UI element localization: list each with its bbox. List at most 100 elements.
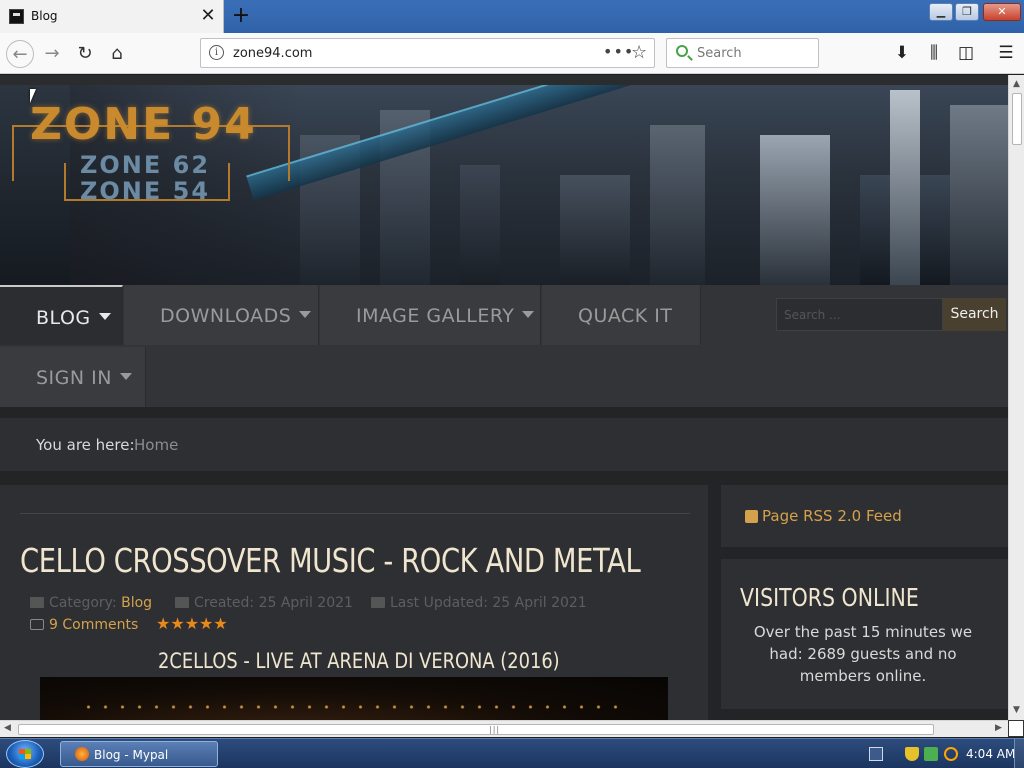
- divider: [20, 513, 690, 514]
- browser-app-icon: [75, 747, 89, 761]
- page-top-strip: [0, 75, 1008, 85]
- menu-item-sign-in[interactable]: SIGN IN: [0, 347, 146, 407]
- category-link[interactable]: Blog: [121, 595, 152, 611]
- forward-icon[interactable]: →: [38, 40, 66, 68]
- site-search-input[interactable]: Search ...: [776, 298, 943, 331]
- main-menu: BLOG DOWNLOADS IMAGE GALLERY QUACK IT SI…: [0, 285, 1008, 407]
- rating-stars[interactable]: ★★★★★: [156, 614, 228, 633]
- logo-subtitle: ZONE 54: [80, 177, 211, 205]
- reload-icon[interactable]: ↻: [71, 40, 99, 68]
- created-date: Created: 25 April 2021: [194, 595, 353, 611]
- browser-tab[interactable]: Blog ✕: [0, 0, 224, 33]
- menu-item-label: DOWNLOADS: [160, 305, 312, 327]
- article-updated: Last Updated: 25 April 2021: [371, 595, 587, 611]
- article-category: Category: Blog: [30, 595, 152, 611]
- home-icon[interactable]: ⌂: [103, 40, 131, 68]
- minimize-window-button[interactable]: ▁: [929, 3, 953, 21]
- sidebar-toggle-icon[interactable]: ◫: [954, 41, 978, 65]
- url-bar[interactable]: i zone94.com ••• ☆: [200, 38, 655, 68]
- new-tab-icon[interactable]: +: [230, 3, 252, 29]
- caret-down-icon: [522, 311, 535, 318]
- logo-subtitle: ZONE 62: [80, 151, 211, 179]
- clock[interactable]: 4:04 AM: [966, 747, 1015, 761]
- menu-item-image-gallery[interactable]: IMAGE GALLERY: [320, 285, 541, 345]
- scroll-left-icon[interactable]: ◀: [4, 723, 11, 733]
- site-logo[interactable]: ZONE 94: [30, 99, 257, 150]
- rss-panel: Page RSS 2.0 Feed: [721, 485, 1008, 547]
- banner-building: [950, 105, 1008, 285]
- menu-item-label: SIGN IN: [36, 367, 132, 389]
- site-info-icon[interactable]: i: [209, 45, 224, 60]
- comment-icon: [30, 619, 44, 630]
- grip-icon: |||: [489, 725, 501, 734]
- close-window-button[interactable]: ✕: [983, 3, 1021, 21]
- hamburger-menu-icon[interactable]: ☰: [994, 41, 1018, 65]
- keyboard-icon[interactable]: [869, 747, 883, 761]
- site-search-button[interactable]: Search: [943, 298, 1006, 331]
- vertical-scrollbar[interactable]: ▲ ▼: [1008, 75, 1024, 720]
- article-created: Created: 25 April 2021: [175, 595, 353, 611]
- browser-tab-bar: Blog ✕ + ▁ ❐ ✕: [0, 0, 1024, 33]
- menu-item-label: BLOG: [36, 307, 111, 329]
- banner-building: [460, 165, 500, 285]
- library-icon[interactable]: ⫼: [922, 41, 946, 65]
- caret-down-icon: [299, 311, 312, 318]
- minimize-icon: ▁: [936, 5, 946, 18]
- folder-icon: [30, 597, 44, 608]
- visitors-online-panel: VISITORS ONLINE Over the past 15 minutes…: [721, 559, 1008, 709]
- scroll-right-icon[interactable]: ▶: [995, 723, 1002, 733]
- menu-item-label: IMAGE GALLERY: [356, 305, 535, 327]
- calendar-icon: [175, 597, 189, 608]
- taskbar-app-button[interactable]: Blog - Mypal: [60, 741, 218, 767]
- security-shield-icon[interactable]: [905, 747, 919, 761]
- article-title[interactable]: CELLO CROSSOVER MUSIC - ROCK AND METAL: [20, 541, 641, 580]
- visitors-title: VISITORS ONLINE: [740, 583, 919, 612]
- maximize-icon: ❐: [962, 5, 972, 18]
- site-search-placeholder: Search ...: [784, 308, 841, 322]
- comments-link[interactable]: 9 Comments: [30, 617, 138, 633]
- article-panel: CELLO CROSSOVER MUSIC - ROCK AND METAL C…: [0, 485, 708, 720]
- mouse-cursor: [30, 89, 36, 103]
- menu-item-blog[interactable]: BLOG: [0, 285, 123, 345]
- url-text[interactable]: zone94.com: [233, 46, 312, 61]
- breadcrumb-home-link[interactable]: Home: [134, 436, 178, 454]
- network-icon[interactable]: [924, 747, 938, 761]
- screen: Blog ✕ + ▁ ❐ ✕ ← → ↻ ⌂ i zone94.com ••• …: [0, 0, 1024, 768]
- menu-item-downloads[interactable]: DOWNLOADS: [124, 285, 319, 345]
- horizontal-scrollbar[interactable]: ◀ ||| ▶: [0, 720, 1008, 737]
- downloads-icon[interactable]: ⬇: [890, 41, 914, 65]
- browser-toolbar: ← → ↻ ⌂ i zone94.com ••• ☆ Search ⬇ ⫼ ◫ …: [0, 33, 1024, 74]
- close-tab-icon[interactable]: ✕: [198, 5, 218, 27]
- scrollbar-thumb[interactable]: [1012, 93, 1022, 145]
- caret-down-icon: [119, 373, 132, 380]
- rss-feed-link[interactable]: Page RSS 2.0 Feed: [762, 507, 902, 525]
- taskbar: Blog - Mypal 4:04 AM: [0, 738, 1024, 768]
- browser-search-input[interactable]: Search: [666, 38, 819, 68]
- page-actions-icon[interactable]: •••: [603, 42, 634, 61]
- maximize-window-button[interactable]: ❐: [955, 3, 979, 21]
- updated-date: Last Updated: 25 April 2021: [390, 595, 587, 611]
- visitors-text: Over the past 15 minutes we had: 2689 gu…: [753, 623, 973, 685]
- banner-building: [890, 90, 920, 285]
- back-icon[interactable]: ←: [6, 40, 34, 68]
- menu-item-quack-it[interactable]: QUACK IT: [542, 285, 701, 345]
- caret-down-icon: [98, 313, 111, 320]
- show-desktop-button[interactable]: [1014, 739, 1024, 768]
- search-tray-icon[interactable]: [944, 747, 958, 761]
- search-icon: [676, 45, 688, 57]
- site-favicon-icon: [9, 9, 24, 24]
- breadcrumb-label: You are here:: [36, 436, 135, 454]
- bookmark-star-icon[interactable]: ☆: [631, 42, 647, 63]
- search-placeholder: Search: [697, 46, 742, 61]
- scrollbar-thumb[interactable]: |||: [18, 724, 934, 735]
- close-window-icon: ✕: [997, 5, 1007, 18]
- scroll-down-icon[interactable]: ▼: [1013, 705, 1020, 715]
- scroll-up-icon[interactable]: ▲: [1013, 79, 1020, 89]
- breadcrumb: You are here: Home: [0, 418, 1008, 471]
- site-banner: ZONE 94 ZONE 62 ZONE 54: [0, 85, 1008, 285]
- video-thumbnail[interactable]: [40, 677, 668, 720]
- banner-building: [760, 135, 830, 285]
- start-button[interactable]: [6, 740, 44, 768]
- rss-icon: [745, 510, 758, 523]
- banner-building: [650, 125, 705, 285]
